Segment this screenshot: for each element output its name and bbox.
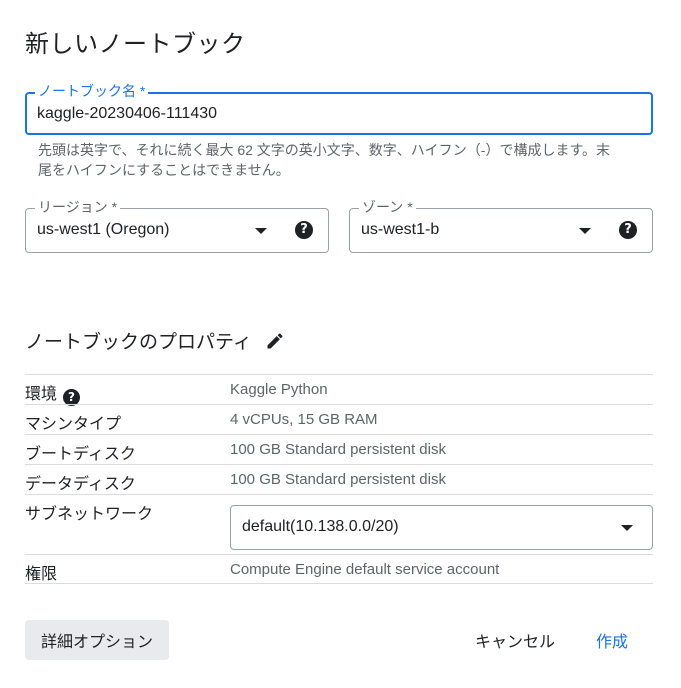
cancel-button[interactable]: キャンセル — [460, 620, 570, 660]
create-button[interactable]: 作成 — [582, 620, 642, 660]
property-value: 4 vCPUs, 15 GB RAM — [230, 411, 378, 428]
property-value: Compute Engine default service account — [230, 561, 500, 578]
property-row-boot-disk: ブートディスク 100 GB Standard persistent disk — [25, 434, 653, 464]
help-circle-icon[interactable]: ? — [295, 221, 313, 239]
property-row-subnetwork: サブネットワーク default(10.138.0.0/20) — [25, 494, 653, 554]
region-value[interactable]: us-west1 (Oregon) — [37, 221, 170, 239]
region-select[interactable]: リージョン * us-west1 (Oregon) ? — [25, 199, 329, 253]
notebook-name-hint: 先頭は英字で、それに続く最大 62 文字の英小文字、数字、ハイフン（-）で構成し… — [38, 142, 611, 178]
properties-table: 環境? Kaggle Python マシンタイプ 4 vCPUs, 15 GB … — [25, 374, 653, 584]
notebook-name-input[interactable]: kaggle-20230406-111430 — [37, 105, 217, 123]
property-key: マシンタイプ — [25, 416, 122, 433]
advanced-options-button[interactable]: 詳細オプション — [25, 620, 169, 660]
pencil-icon[interactable] — [265, 331, 285, 351]
property-row-environment: 環境? Kaggle Python — [25, 374, 653, 406]
zone-value[interactable]: us-west1-b — [361, 221, 439, 239]
subnetwork-select[interactable]: default(10.138.0.0/20) — [230, 505, 653, 550]
property-row-permissions: 権限 Compute Engine default service accoun… — [25, 554, 653, 584]
property-key: ブートディスク — [25, 446, 136, 463]
property-key: データディスク — [25, 476, 136, 493]
property-value: 100 GB Standard persistent disk — [230, 441, 446, 458]
zone-select[interactable]: ゾーン * us-west1-b ? — [349, 199, 653, 253]
property-row-data-disk: データディスク 100 GB Standard persistent disk — [25, 464, 653, 494]
caret-down-icon[interactable] — [621, 525, 633, 531]
property-key: 権限 — [25, 566, 58, 583]
property-value: 100 GB Standard persistent disk — [230, 471, 446, 488]
zone-label: ゾーン * — [359, 199, 416, 215]
dialog-title: 新しいノートブック — [25, 31, 246, 58]
help-circle-icon[interactable]: ? — [619, 221, 637, 239]
properties-title: ノートブックのプロパティ — [25, 332, 252, 353]
property-row-machine-type: マシンタイプ 4 vCPUs, 15 GB RAM — [25, 404, 653, 434]
notebook-name-label: ノートブック名 * — [35, 83, 149, 99]
property-key: 環境? — [25, 380, 81, 406]
subnetwork-value[interactable]: default(10.138.0.0/20) — [242, 518, 399, 536]
property-key-label: 環境 — [25, 386, 58, 403]
property-key: サブネットワーク — [25, 506, 154, 523]
caret-down-icon[interactable] — [579, 228, 591, 234]
caret-down-icon[interactable] — [255, 228, 267, 234]
notebook-name-field[interactable]: ノートブック名 * kaggle-20230406-111430 — [25, 83, 653, 135]
property-value: Kaggle Python — [230, 381, 328, 398]
region-label: リージョン * — [35, 199, 121, 215]
